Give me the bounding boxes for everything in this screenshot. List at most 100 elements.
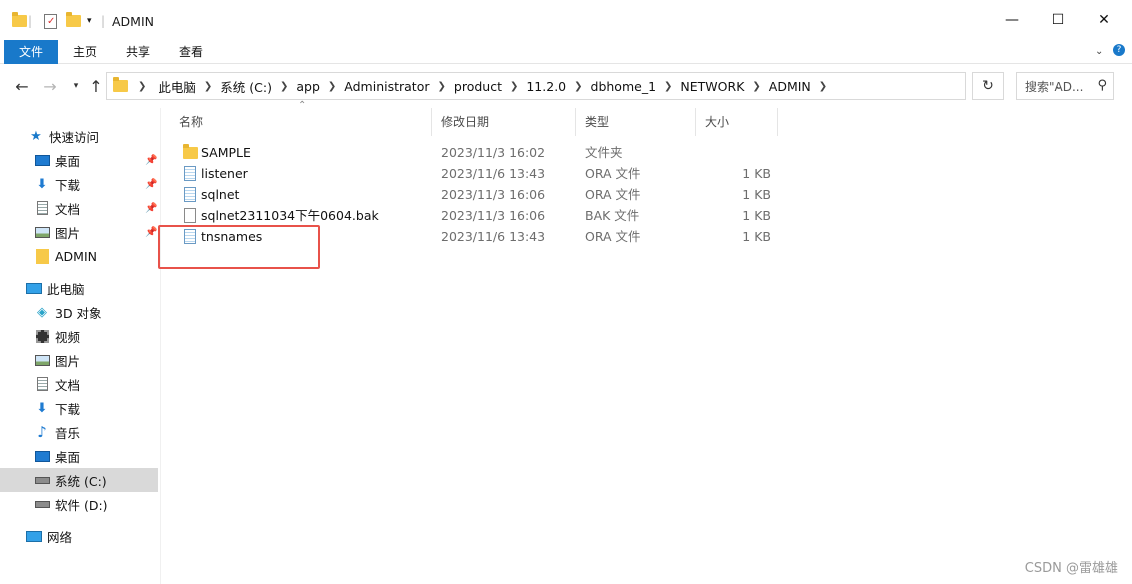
nav-label: 桌面 — [55, 153, 81, 169]
column-size[interactable]: 大小 — [696, 108, 778, 136]
file-type: ORA 文件 — [585, 229, 641, 244]
pin-icon[interactable]: 📌 — [145, 227, 157, 238]
search-input[interactable]: 搜索"AD... ⚲ — [1016, 72, 1114, 100]
nav-pictures[interactable]: 图片 — [0, 348, 160, 372]
column-type[interactable]: 类型 — [576, 108, 696, 136]
nav-label: 下载 — [55, 401, 81, 417]
breadcrumb-this-pc[interactable]: 此电脑 — [150, 77, 204, 96]
forward-button[interactable]: → — [40, 76, 60, 96]
nav-downloads[interactable]: ⬇ 下载 — [0, 396, 160, 420]
chevron-right-icon[interactable]: ❯ — [574, 81, 582, 92]
drive-icon — [34, 473, 50, 487]
pin-icon[interactable]: 📌 — [145, 179, 157, 190]
column-date[interactable]: 修改日期 — [432, 108, 576, 136]
chevron-right-icon[interactable]: ❯ — [328, 81, 336, 92]
chevron-right-icon[interactable]: ❯ — [510, 81, 518, 92]
divider: | — [28, 14, 33, 28]
nav-this-pc[interactable]: 此电脑 — [0, 276, 160, 300]
file-name: listener — [201, 166, 248, 181]
folder-icon — [12, 12, 27, 30]
chevron-right-icon[interactable]: ❯ — [280, 81, 288, 92]
music-icon: ♪ — [37, 423, 47, 441]
search-icon: ⚲ — [1097, 78, 1107, 93]
nav-downloads-pinned[interactable]: ⬇ 下载 📌 — [0, 172, 160, 196]
expand-ribbon-icon[interactable]: ⌄ — [1095, 46, 1103, 57]
download-icon: ⬇ — [36, 176, 48, 192]
file-date: 2023/11/6 13:43 — [441, 166, 546, 181]
chevron-right-icon[interactable]: ❯ — [752, 81, 760, 92]
nav-label: 系统 (C:) — [55, 473, 107, 489]
help-icon[interactable]: ? — [1113, 44, 1125, 56]
file-row-sample[interactable]: SAMPLE 2023/11/3 16:02 文件夹 — [170, 142, 780, 163]
folder-icon — [113, 77, 128, 92]
nav-videos[interactable]: 视频 — [0, 324, 160, 348]
nav-pictures-pinned[interactable]: 图片 📌 — [0, 220, 160, 244]
pane-divider[interactable] — [160, 108, 161, 584]
drive-icon — [34, 497, 50, 511]
nav-network[interactable]: 网络 — [0, 524, 160, 548]
tab-view[interactable]: 查看 — [166, 40, 216, 64]
star-icon: ★ — [30, 128, 42, 144]
file-row-listener[interactable]: listener 2023/11/6 13:43 ORA 文件 1 KB — [170, 163, 780, 184]
chevron-right-icon[interactable]: ❯ — [819, 81, 827, 92]
ora-file-icon — [184, 166, 196, 181]
nav-label: 3D 对象 — [55, 305, 102, 321]
document-icon — [34, 377, 50, 391]
nav-label: 图片 — [55, 225, 81, 241]
breadcrumb-administrator[interactable]: Administrator — [336, 79, 437, 94]
nav-drive-c[interactable]: 系统 (C:) — [0, 468, 158, 492]
nav-quick-access[interactable]: ★ 快速访问 — [0, 124, 160, 148]
file-date: 2023/11/3 16:06 — [441, 187, 546, 202]
minimize-button[interactable]: — — [989, 0, 1035, 40]
refresh-button[interactable]: ↻ — [972, 72, 1004, 100]
folder-icon — [34, 248, 50, 264]
desktop-icon — [34, 153, 50, 167]
address-bar[interactable]: ❯ 此电脑 ❯ 系统 (C:) ❯ app ❯ Administrator ❯ … — [106, 72, 1063, 100]
breadcrumb-dbhome[interactable]: dbhome_1 — [583, 79, 665, 94]
nav-label: ADMIN — [55, 248, 97, 264]
up-button[interactable]: ↑ — [86, 76, 106, 96]
window-title: ADMIN — [112, 13, 154, 29]
computer-icon — [26, 281, 42, 295]
file-row-sqlnet-bak[interactable]: sqlnet2311034下午0604.bak 2023/11/3 16:06 … — [170, 205, 780, 226]
nav-documents[interactable]: 文档 — [0, 372, 160, 396]
picture-icon — [34, 225, 50, 239]
nav-label: 网络 — [47, 529, 73, 545]
properties-icon[interactable]: ✓ — [44, 12, 57, 30]
breadcrumb-drive-c[interactable]: 系统 (C:) — [212, 77, 280, 96]
search-placeholder: 搜索"AD... — [1025, 79, 1084, 94]
nav-desktop-pinned[interactable]: 桌面 📌 — [0, 148, 160, 172]
column-name[interactable]: 名称 — [170, 108, 432, 136]
breadcrumb-network[interactable]: NETWORK — [672, 79, 752, 94]
pin-icon[interactable]: 📌 — [145, 155, 157, 166]
tab-share[interactable]: 共享 — [112, 40, 164, 64]
cube-icon: ◈ — [37, 304, 47, 320]
nav-3d-objects[interactable]: ◈ 3D 对象 — [0, 300, 160, 324]
file-row-sqlnet[interactable]: sqlnet 2023/11/3 16:06 ORA 文件 1 KB — [170, 184, 780, 205]
pin-icon[interactable]: 📌 — [145, 203, 157, 214]
breadcrumb-app[interactable]: app — [288, 79, 328, 94]
breadcrumb-admin[interactable]: ADMIN — [761, 79, 819, 94]
chevron-right-icon[interactable]: ❯ — [664, 81, 672, 92]
nav-label: 文档 — [55, 377, 81, 393]
maximize-button[interactable]: ☐ — [1035, 0, 1081, 40]
file-date: 2023/11/3 16:06 — [441, 208, 546, 223]
chevron-right-icon[interactable]: ❯ — [438, 81, 446, 92]
tab-home[interactable]: 主页 — [60, 40, 110, 64]
nav-music[interactable]: ♪ 音乐 — [0, 420, 160, 444]
nav-admin-folder[interactable]: ADMIN — [0, 244, 160, 268]
customize-toolbar-icon[interactable]: ▾ — [87, 12, 92, 30]
breadcrumb-version[interactable]: 11.2.0 — [518, 79, 574, 94]
nav-documents-pinned[interactable]: 文档 📌 — [0, 196, 160, 220]
recent-locations-icon[interactable]: ▾ — [66, 76, 86, 96]
back-button[interactable]: ← — [12, 76, 32, 96]
nav-drive-d[interactable]: 软件 (D:) — [0, 492, 160, 516]
breadcrumb-product[interactable]: product — [446, 79, 510, 94]
close-button[interactable]: ✕ — [1081, 0, 1127, 40]
tab-file[interactable]: 文件 — [4, 40, 58, 64]
new-folder-icon[interactable] — [66, 12, 81, 30]
nav-desktop[interactable]: 桌面 — [0, 444, 160, 468]
chevron-right-icon[interactable]: ❯ — [204, 81, 212, 92]
navigation-pane: ★ 快速访问 桌面 📌 ⬇ 下载 📌 文档 📌 图片 📌 ADMIN 此电脑 ◈… — [0, 108, 160, 584]
chevron-right-icon[interactable]: ❯ — [132, 81, 150, 92]
